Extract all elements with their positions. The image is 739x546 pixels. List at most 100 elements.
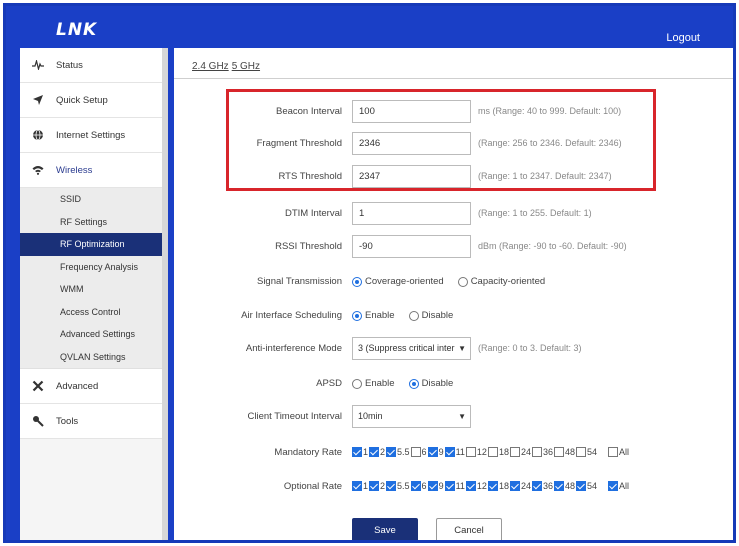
checkbox[interactable] bbox=[487, 481, 498, 491]
checkbox[interactable] bbox=[608, 447, 619, 457]
tab-5ghz[interactable]: 5 GHz bbox=[232, 61, 260, 72]
rate-label: 36 bbox=[542, 481, 553, 491]
checkbox[interactable] bbox=[509, 481, 520, 491]
client-timeout-row: Client Timeout Interval 10min ▼ bbox=[174, 405, 733, 429]
mandatory-rate-option[interactable]: 36 bbox=[531, 447, 553, 457]
mandatory-all-option[interactable]: All bbox=[608, 447, 629, 457]
checkbox[interactable] bbox=[553, 447, 564, 457]
apsd-enable-radio[interactable]: Enable bbox=[352, 378, 395, 389]
checkbox[interactable] bbox=[444, 481, 455, 491]
optional-rate-option[interactable]: 6 bbox=[410, 481, 427, 491]
airsched-enable-radio[interactable]: Enable bbox=[352, 310, 395, 321]
checkbox[interactable] bbox=[369, 481, 380, 491]
checkbox[interactable] bbox=[369, 447, 380, 457]
select-value: 3 (Suppress critical inter bbox=[358, 343, 455, 353]
anti-interference-select[interactable]: 3 (Suppress critical inter ▼ bbox=[352, 337, 471, 360]
beacon-interval-row: Beacon Interval 100 ms (Range: 40 to 999… bbox=[174, 100, 733, 124]
rts-threshold-input[interactable]: 2347 bbox=[352, 165, 471, 188]
client-timeout-select[interactable]: 10min ▼ bbox=[352, 405, 471, 428]
checkbox[interactable] bbox=[427, 481, 438, 491]
mandatory-rate-option[interactable]: 2 bbox=[369, 447, 385, 457]
optional-all-option[interactable]: All bbox=[608, 481, 629, 491]
checkbox[interactable] bbox=[531, 447, 542, 457]
sidebar-subitem-rf-optimization[interactable]: RF Optimization bbox=[20, 233, 162, 256]
sidebar-item-wireless[interactable]: Wireless bbox=[20, 153, 162, 188]
sidebar-subitem-frequency-analysis[interactable]: Frequency Analysis bbox=[20, 256, 162, 279]
checkbox[interactable] bbox=[410, 447, 421, 457]
rate-label: 24 bbox=[520, 481, 531, 491]
fragment-threshold-input[interactable]: 2346 bbox=[352, 132, 471, 155]
mandatory-rate-option[interactable]: 54 bbox=[576, 447, 597, 457]
checkbox[interactable] bbox=[386, 447, 397, 457]
rate-label: 48 bbox=[564, 447, 575, 457]
capacity-oriented-radio[interactable]: Capacity-oriented bbox=[457, 276, 545, 287]
mandatory-rate-option[interactable]: 48 bbox=[553, 447, 575, 457]
mandatory-rate-option[interactable]: 12 bbox=[465, 447, 487, 457]
airsched-disable-radio[interactable]: Disable bbox=[408, 310, 454, 321]
mandatory-rate-option[interactable]: 24 bbox=[509, 447, 531, 457]
optional-rate-option[interactable]: 54 bbox=[576, 481, 597, 491]
checkbox[interactable] bbox=[352, 447, 362, 457]
checkbox[interactable] bbox=[608, 481, 619, 491]
optional-rate-option[interactable]: 12 bbox=[465, 481, 487, 491]
sidebar-item-label: Status bbox=[56, 59, 83, 71]
mandatory-rate-option[interactable]: 1 bbox=[352, 447, 368, 457]
checkbox[interactable] bbox=[444, 447, 455, 457]
checkbox[interactable] bbox=[509, 447, 520, 457]
rate-label: 1 bbox=[363, 447, 369, 457]
optional-rate-option[interactable]: 5.5 bbox=[386, 481, 410, 491]
sidebar-item-advanced[interactable]: Advanced bbox=[20, 369, 162, 404]
mandatory-rate-option[interactable]: 11 bbox=[444, 447, 465, 457]
logout-link[interactable]: Logout bbox=[666, 32, 700, 44]
sidebar-subitem-wmm[interactable]: WMM bbox=[20, 278, 162, 301]
field-label: RTS Threshold bbox=[278, 171, 342, 182]
optional-rate-option[interactable]: 24 bbox=[509, 481, 531, 491]
rate-label: 24 bbox=[520, 447, 531, 457]
sidebar-item-status[interactable]: Status bbox=[20, 48, 162, 83]
all-label: All bbox=[619, 447, 630, 457]
mandatory-rate-option[interactable]: 6 bbox=[410, 447, 427, 457]
checkbox[interactable] bbox=[465, 481, 476, 491]
checkbox[interactable] bbox=[576, 447, 586, 457]
checkbox[interactable] bbox=[531, 481, 542, 491]
sidebar-subitem-advanced-settings[interactable]: Advanced Settings bbox=[20, 323, 162, 346]
sidebar-subitem-qvlan-settings[interactable]: QVLAN Settings bbox=[20, 346, 162, 369]
field-label: Mandatory Rate bbox=[274, 447, 342, 458]
checkbox[interactable] bbox=[576, 481, 586, 491]
plane-icon bbox=[32, 94, 44, 106]
apsd-disable-radio[interactable]: Disable bbox=[408, 378, 453, 389]
sidebar-item-internet-settings[interactable]: Internet Settings bbox=[20, 118, 162, 153]
dtim-interval-input[interactable]: 1 bbox=[352, 202, 471, 225]
checkbox[interactable] bbox=[465, 447, 476, 457]
checkbox[interactable] bbox=[410, 481, 421, 491]
mandatory-rate-options: 1 2 5.5 6 9 11 12 18 24 36 48 54 All bbox=[352, 447, 629, 457]
radio-label: Disable bbox=[421, 310, 454, 321]
checkbox[interactable] bbox=[352, 481, 362, 491]
sidebar-subitem-access-control[interactable]: Access Control bbox=[20, 301, 162, 324]
mandatory-rate-option[interactable]: 5.5 bbox=[386, 447, 410, 457]
optional-rate-option[interactable]: 1 bbox=[352, 481, 368, 491]
optional-rate-option[interactable]: 48 bbox=[553, 481, 575, 491]
save-button[interactable]: Save bbox=[352, 518, 418, 540]
field-label: Client Timeout Interval bbox=[247, 411, 342, 422]
checkbox[interactable] bbox=[386, 481, 397, 491]
optional-rate-option[interactable]: 36 bbox=[531, 481, 553, 491]
sidebar-item-quick-setup[interactable]: Quick Setup bbox=[20, 83, 162, 118]
beacon-interval-input[interactable]: 100 bbox=[352, 100, 471, 123]
checkbox[interactable] bbox=[487, 447, 498, 457]
checkbox[interactable] bbox=[427, 447, 438, 457]
optional-rate-option[interactable]: 18 bbox=[487, 481, 509, 491]
sidebar-subitem-rf-settings[interactable]: RF Settings bbox=[20, 211, 162, 234]
mandatory-rate-option[interactable]: 9 bbox=[427, 447, 444, 457]
cancel-button[interactable]: Cancel bbox=[436, 518, 502, 540]
optional-rate-option[interactable]: 2 bbox=[369, 481, 385, 491]
rssi-threshold-input[interactable]: -90 bbox=[352, 235, 471, 258]
checkbox[interactable] bbox=[553, 481, 564, 491]
mandatory-rate-option[interactable]: 18 bbox=[487, 447, 509, 457]
optional-rate-option[interactable]: 9 bbox=[427, 481, 444, 491]
coverage-oriented-radio[interactable]: Coverage-oriented bbox=[352, 276, 444, 287]
sidebar-subitem-ssid[interactable]: SSID bbox=[20, 188, 162, 211]
optional-rate-option[interactable]: 11 bbox=[444, 481, 465, 491]
sidebar-item-tools[interactable]: Tools bbox=[20, 404, 162, 439]
tab-2-4ghz[interactable]: 2.4 GHz bbox=[192, 61, 229, 72]
